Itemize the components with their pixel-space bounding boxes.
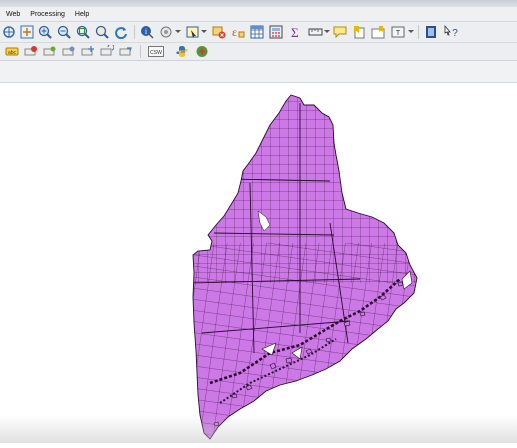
map-tips-icon[interactable] <box>333 25 347 39</box>
show-bookmarks-icon[interactable] <box>371 25 385 39</box>
map-canvas[interactable] <box>0 83 517 443</box>
window-title-strip <box>0 0 517 7</box>
pan-map-icon[interactable] <box>2 25 16 39</box>
zoom-in-icon[interactable] <box>38 25 52 39</box>
menu-help[interactable]: Help <box>75 11 89 18</box>
toolbar-separator <box>140 45 141 58</box>
menu-web[interactable]: Web <box>6 11 20 18</box>
svg-text:abc: abc <box>8 50 17 56</box>
csw-search-icon[interactable]: CSW <box>148 45 164 58</box>
menu-processing[interactable]: Processing <box>30 11 65 18</box>
toolbar-separator <box>418 25 419 39</box>
show-hide-labels-icon[interactable] <box>62 45 76 58</box>
deselect-icon[interactable] <box>212 25 226 39</box>
rotate-label-icon[interactable] <box>100 45 114 58</box>
svg-text:Σ: Σ <box>291 25 299 39</box>
menu-bar: Web Processing Help <box>0 7 517 22</box>
svg-text:?: ? <box>452 28 458 39</box>
zoom-out-icon[interactable] <box>57 25 71 39</box>
label-tool-icon[interactable]: abc <box>5 45 19 58</box>
select-features-dropdown-icon[interactable] <box>186 25 208 39</box>
zoom-layer-icon[interactable] <box>95 25 109 39</box>
toolbar-separator <box>134 25 135 39</box>
pin-labels-icon[interactable] <box>24 45 38 58</box>
maine-towns-layer <box>192 94 418 440</box>
help-whats-this-icon[interactable]: ? <box>443 25 459 39</box>
svg-text:ε: ε <box>232 25 237 39</box>
map-svg <box>192 94 418 440</box>
highlight-pinned-icon[interactable] <box>43 45 57 58</box>
svg-text:CSW: CSW <box>150 50 162 56</box>
pan-to-selection-icon[interactable] <box>20 25 34 39</box>
new-bookmark-icon[interactable] <box>352 25 366 39</box>
empty-toolbar-area <box>0 61 517 83</box>
change-label-icon[interactable] <box>119 45 133 58</box>
map-navigation-toolbar: i ε Σ T ? <box>0 22 517 43</box>
move-label-icon[interactable] <box>81 45 95 58</box>
open-attribute-table-icon[interactable] <box>250 25 264 39</box>
canvas-bottom-shadow <box>0 415 517 443</box>
python-console-icon[interactable] <box>175 45 189 58</box>
field-calculator-icon[interactable] <box>269 25 283 39</box>
refresh-icon[interactable] <box>114 25 128 39</box>
zoom-full-icon[interactable] <box>76 25 90 39</box>
identify-icon[interactable]: i <box>140 25 154 39</box>
text-annotation-icon[interactable]: T <box>391 25 415 39</box>
svg-text:T: T <box>396 30 401 37</box>
statistics-sum-icon[interactable]: Σ <box>289 25 303 39</box>
select-feature-icon[interactable] <box>160 25 182 39</box>
processing-toolbox-icon[interactable] <box>195 45 209 58</box>
layout-manager-icon[interactable] <box>424 25 438 39</box>
measure-line-icon[interactable] <box>308 25 330 39</box>
label-toolbar: abc CSW <box>0 43 517 61</box>
expression-select-icon[interactable]: ε <box>231 25 245 39</box>
